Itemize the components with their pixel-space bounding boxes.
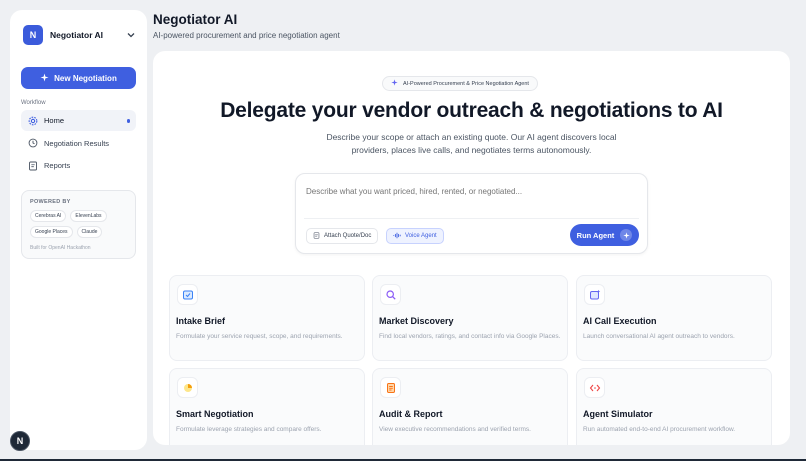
attach-quote-button[interactable]: Attach Quote/Doc — [306, 228, 379, 244]
card-smart-negotiation[interactable]: Smart Negotiation Formulate leverage str… — [169, 368, 365, 445]
sparkle-icon — [40, 72, 49, 84]
run-agent-label: Run Agent — [576, 230, 615, 240]
attach-label: Attach Quote/Doc — [324, 233, 372, 239]
card-description: Launch conversational AI agent outreach … — [583, 333, 735, 340]
prompt-box: Attach Quote/Doc Voice Agent Run Agent — [295, 173, 648, 254]
card-description: Run automated end-to-end AI procurement … — [583, 426, 736, 433]
chevron-down-icon[interactable] — [126, 30, 136, 40]
voice-label: Voice Agent — [405, 233, 437, 239]
page-title: Negotiator AI — [153, 12, 238, 27]
sidebar-item-label: Home — [44, 116, 65, 125]
gear-icon — [27, 115, 38, 126]
hero-description: Describe your scope or attach an existin… — [326, 132, 617, 155]
card-audit-report[interactable]: Audit & Report View executive recommenda… — [372, 368, 568, 445]
powered-by-title: POWERED BY — [30, 199, 71, 205]
active-indicator-dot — [126, 119, 130, 123]
new-negotiation-button[interactable]: New Negotiation — [21, 67, 136, 89]
chip-cerebras: Cerebras AI — [30, 210, 67, 222]
code-icon — [584, 377, 605, 398]
card-market-discovery[interactable]: Market Discovery Find local vendors, rat… — [372, 275, 568, 361]
next-dev-indicator-button[interactable]: N — [10, 431, 30, 451]
card-description: Formulate your service request, scope, a… — [176, 333, 343, 340]
hero-title: Delegate your vendor outreach & negotiat… — [220, 99, 723, 122]
card-description: View executive recommendations and verif… — [379, 426, 531, 433]
workspace-name: Negotiator AI — [50, 30, 104, 40]
sidebar-item-home[interactable]: Home — [21, 110, 136, 131]
sparkle-icon — [620, 229, 633, 241]
sparkle-icon — [391, 79, 398, 88]
voice-agent-button[interactable]: Voice Agent — [386, 228, 444, 244]
sidebar-item-negotiation-results[interactable]: Negotiation Results — [21, 133, 136, 154]
report-icon — [27, 160, 38, 171]
card-description: Find local vendors, ratings, and contact… — [379, 333, 561, 340]
chip-claude: Claude — [76, 226, 103, 238]
feature-badge: AI-Powered Procurement & Price Negotiati… — [382, 76, 538, 91]
waveform-icon — [393, 232, 401, 241]
card-title: AI Call Execution — [583, 316, 657, 326]
prompt-input[interactable] — [306, 184, 636, 198]
attachment-icon — [313, 231, 320, 241]
feature-badge-label: AI-Powered Procurement & Price Negotiati… — [403, 80, 529, 87]
main-panel: AI-Powered Procurement & Price Negotiati… — [153, 51, 790, 445]
sidebar: N Negotiator AI New Negotiation Workflow… — [10, 10, 147, 450]
history-icon — [27, 138, 38, 149]
intake-icon — [177, 284, 198, 305]
chip-google-places: Google Places — [30, 226, 73, 238]
card-title: Audit & Report — [379, 409, 443, 419]
run-agent-button[interactable]: Run Agent — [570, 224, 639, 246]
card-agent-simulator[interactable]: Agent Simulator Run automated end-to-end… — [576, 368, 772, 445]
document-icon — [380, 377, 401, 398]
card-title: Agent Simulator — [583, 409, 653, 419]
prompt-divider — [304, 218, 639, 219]
sidebar-item-label: Negotiation Results — [44, 138, 110, 148]
sidebar-item-label: Reports — [44, 161, 71, 170]
card-title: Intake Brief — [176, 316, 226, 326]
card-ai-call-execution[interactable]: AI Call Execution Launch conversational … — [576, 275, 772, 361]
workflow-section-label: Workflow — [21, 100, 46, 106]
workspace-avatar: N — [23, 25, 43, 45]
search-icon — [380, 284, 401, 305]
powered-by-panel: POWERED BY Cerebras AI ElevenLabs Google… — [21, 190, 136, 259]
card-description: Formulate leverage strategies and compar… — [176, 426, 322, 433]
sidebar-item-reports[interactable]: Reports — [21, 155, 136, 176]
pie-chart-icon — [177, 377, 198, 398]
chip-elevenlabs: ElevenLabs — [70, 210, 107, 222]
card-intake-brief[interactable]: Intake Brief Formulate your service requ… — [169, 275, 365, 361]
new-negotiation-label: New Negotiation — [54, 73, 117, 83]
built-for-note: Built for OpenAI Hackathon — [30, 245, 91, 251]
sidebar-nav: Home Negotiation Results Reports — [21, 110, 136, 176]
page-subtitle: AI-powered procurement and price negotia… — [153, 31, 340, 40]
phone-ai-icon — [584, 284, 605, 305]
powered-by-chips: Cerebras AI ElevenLabs Google Places Cla… — [30, 210, 116, 238]
card-title: Market Discovery — [379, 316, 454, 326]
card-title: Smart Negotiation — [176, 409, 254, 419]
workspace-switcher[interactable]: N Negotiator AI — [23, 22, 136, 48]
